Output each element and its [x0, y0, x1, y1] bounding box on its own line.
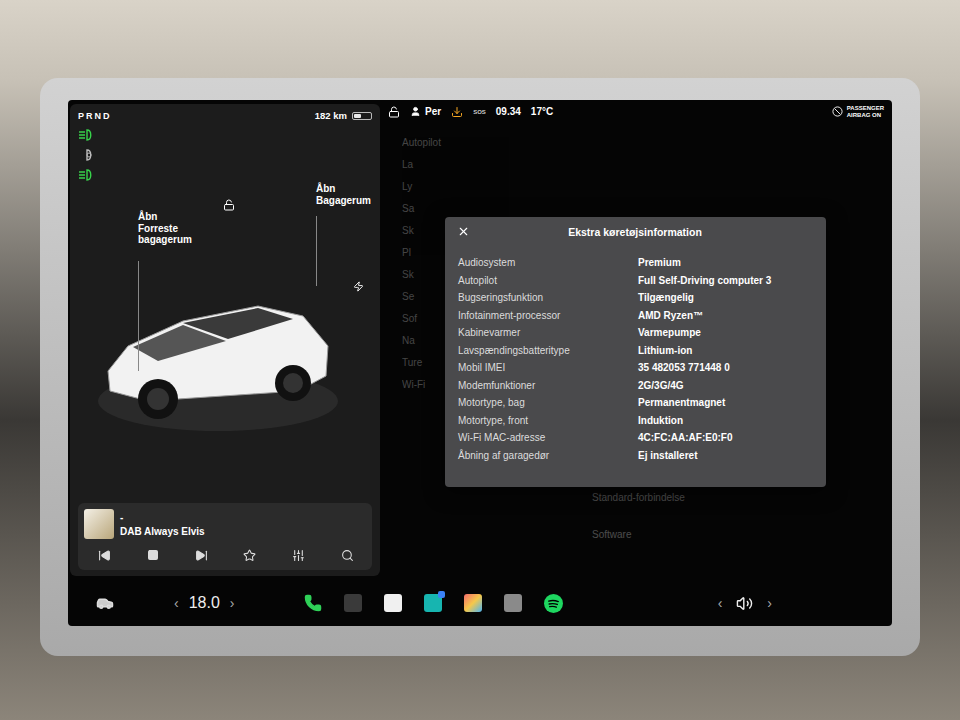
info-value: Tilgængelig [638, 291, 814, 305]
sos-label[interactable]: SOS [473, 109, 486, 115]
station-name: DAB Always Elvis [120, 526, 205, 537]
callout-line [138, 261, 139, 371]
info-label: Mobil IMEI [458, 361, 638, 375]
settings-content-text: Standard-forbindelse [592, 492, 892, 503]
info-label: Motortype, bag [458, 396, 638, 410]
stop-icon[interactable] [147, 549, 159, 561]
info-label: Modemfunktioner [458, 379, 638, 393]
car-status-row: PRND 182 km [78, 110, 372, 121]
info-label: Infotainment-processor [458, 309, 638, 323]
battery-icon [352, 112, 372, 120]
settings-menu-item[interactable]: Autopilot [402, 137, 552, 151]
gear-selector: PRND [78, 111, 112, 121]
car-model-icon[interactable] [88, 251, 348, 451]
charge-port-icon[interactable] [353, 281, 364, 292]
info-value: Full Self-Driving computer 3 [638, 274, 814, 288]
dialog-title: Ekstra køretøjsinformation [470, 226, 814, 238]
rear-trunk-button[interactable]: ÅbnBagagerum [316, 183, 371, 206]
info-label: Motortype, front [458, 414, 638, 428]
lock-icon[interactable] [388, 106, 400, 118]
parking-icon [78, 169, 94, 181]
front-trunk-button[interactable]: ÅbnForrestebagagerum [138, 211, 192, 246]
volume-up-button[interactable]: › [767, 595, 772, 611]
settings-menu-item[interactable]: Sa [402, 203, 552, 217]
main-area: PRND 182 km ÅbnForrestebagagerum ÅbnBagager… [68, 100, 892, 580]
car-icon[interactable] [96, 594, 114, 612]
info-label: Lavspændingsbatteritype [458, 344, 638, 358]
volume-icon[interactable] [736, 595, 753, 612]
equalizer-icon[interactable] [292, 549, 305, 562]
info-value: Lithium-ion [638, 344, 814, 358]
dashcam-icon[interactable] [504, 594, 522, 612]
callout-line [316, 216, 317, 286]
info-label: Kabinevarmer [458, 326, 638, 340]
light-indicators [78, 129, 372, 181]
info-value: 2G/3G/4G [638, 379, 814, 393]
car-view: ÅbnForrestebagagerum ÅbnBagagerum [78, 181, 372, 503]
volume-down-button[interactable]: ‹ [718, 595, 723, 611]
more-apps-icon[interactable] [344, 594, 362, 612]
headlight-icon [78, 129, 94, 141]
volume-control: ‹› [718, 595, 772, 612]
status-bar: Per SOS 09.34 17°C PASSENGERAIRBAG ON [380, 100, 892, 123]
phone-icon[interactable] [304, 594, 322, 612]
airbag-icon [832, 106, 843, 117]
screen-bezel: PRND 182 km ÅbnForrestebagagerum ÅbnBagager… [40, 78, 920, 656]
info-value: AMD Ryzen™ [638, 309, 814, 323]
settings-area: Per SOS 09.34 17°C PASSENGERAIRBAG ON Autopil… [380, 100, 892, 580]
info-value: Permanentmagnet [638, 396, 814, 410]
previous-icon[interactable] [98, 549, 111, 562]
station-art [84, 509, 114, 539]
outside-temperature: 17°C [531, 106, 553, 117]
info-label: Autopilot [458, 274, 638, 288]
dock: ‹18.0›‹› [68, 580, 892, 626]
temp-down-button[interactable]: ‹ [174, 595, 179, 611]
settings-menu-item[interactable]: La [402, 159, 552, 173]
settings-menu-item[interactable]: Ly [402, 181, 552, 195]
unlock-icon[interactable] [223, 199, 235, 211]
info-label: Bugseringsfunktion [458, 291, 638, 305]
range-display[interactable]: 182 km [315, 110, 372, 121]
info-value: 4C:FC:AA:AF:E0:F0 [638, 431, 814, 445]
theater-icon[interactable] [424, 594, 442, 612]
airbag-status: PASSENGERAIRBAG ON [832, 105, 884, 118]
media-player: - DAB Always Elvis [78, 503, 372, 570]
close-icon[interactable] [457, 225, 470, 238]
profile[interactable]: Per [410, 106, 441, 117]
temp-up-button[interactable]: › [230, 595, 235, 611]
info-value: Ej installeret [638, 449, 814, 463]
photo-scene: PRND 182 km ÅbnForrestebagagerum ÅbnBagager… [0, 0, 960, 720]
calendar-icon[interactable] [384, 594, 402, 612]
info-label: Wi-Fi MAC-adresse [458, 431, 638, 445]
settings-content-text: Software [592, 529, 892, 540]
climate-control: ‹ 18.0 › [174, 594, 234, 612]
search-icon[interactable] [341, 549, 354, 562]
spotify-icon[interactable] [544, 594, 563, 613]
download-icon[interactable] [451, 106, 463, 118]
range-text: 182 km [315, 110, 347, 121]
next-icon[interactable] [195, 549, 208, 562]
vehicle-info-dialog: Ekstra køretøjsinformation AudiosystemPre… [445, 217, 826, 487]
favorite-icon[interactable] [243, 549, 256, 562]
info-table: AudiosystemPremiumAutopilotFull Self-Dri… [457, 256, 814, 462]
battery-fill [354, 114, 361, 118]
info-value: Premium [638, 256, 814, 270]
media-controls [84, 549, 364, 564]
user-icon [410, 106, 421, 117]
info-label: Åbning af garagedør [458, 449, 638, 463]
app-launcher [304, 594, 563, 613]
cabin-temperature[interactable]: 18.0 [189, 594, 220, 612]
info-label: Audiosystem [458, 256, 638, 270]
clock: 09.34 [496, 106, 521, 117]
track-title: - [120, 512, 205, 523]
auto-icon [78, 149, 94, 161]
info-value: 35 482053 771448 0 [638, 361, 814, 375]
car-panel: PRND 182 km ÅbnForrestebagagerum ÅbnBagager… [70, 104, 380, 576]
info-value: Induktion [638, 414, 814, 428]
arcade-icon[interactable] [464, 594, 482, 612]
badge [438, 591, 445, 598]
touchscreen: PRND 182 km ÅbnForrestebagagerum ÅbnBagager… [68, 100, 892, 626]
info-value: Varmepumpe [638, 326, 814, 340]
